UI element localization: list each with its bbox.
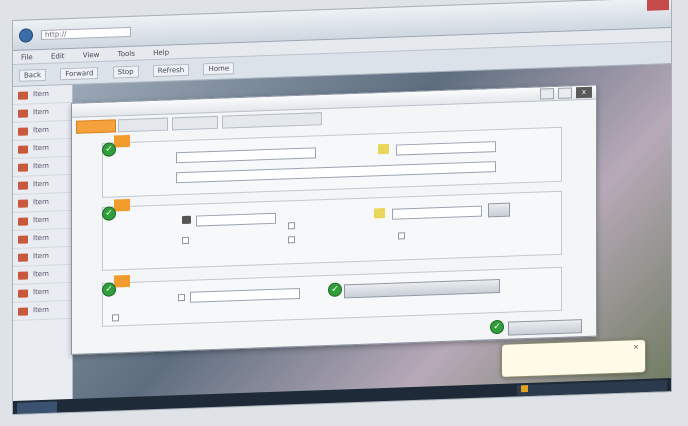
menu-item-help[interactable]: Help bbox=[153, 49, 169, 58]
checkbox[interactable] bbox=[178, 293, 185, 302]
sidebar-item[interactable]: Item bbox=[13, 102, 72, 123]
address-bar[interactable]: http:// bbox=[41, 26, 131, 40]
balloon-title bbox=[510, 345, 638, 349]
menu-item-tools[interactable]: Tools bbox=[118, 50, 135, 59]
sidebar-item[interactable]: Item bbox=[13, 228, 72, 249]
check-icon: ✓ bbox=[490, 319, 504, 335]
browse-button[interactable] bbox=[488, 202, 510, 218]
tab-4[interactable] bbox=[222, 112, 322, 129]
screen: http:// File Edit View Tools Help Back F… bbox=[12, 0, 672, 415]
sidebar-item[interactable]: Item bbox=[13, 282, 72, 303]
toolbar-home-button[interactable]: Home bbox=[203, 62, 235, 76]
browser-logo-icon[interactable] bbox=[19, 28, 33, 43]
menu-item-file[interactable]: File bbox=[21, 53, 33, 61]
close-icon[interactable]: x bbox=[576, 86, 592, 99]
tab-1[interactable] bbox=[76, 119, 116, 134]
section-3 bbox=[102, 266, 562, 327]
warning-icon bbox=[521, 384, 528, 393]
toolbar-refresh-button[interactable]: Refresh bbox=[152, 63, 190, 78]
toolbar-back-button[interactable]: Back bbox=[19, 68, 46, 82]
section-2-label bbox=[114, 198, 130, 212]
sidebar-item[interactable]: Item bbox=[13, 156, 72, 177]
key-icon bbox=[374, 207, 385, 219]
user-icon bbox=[182, 215, 191, 225]
sidebar-item[interactable]: Item bbox=[13, 246, 72, 267]
toolbar-forward-button[interactable]: Forward bbox=[60, 66, 99, 81]
checkbox[interactable] bbox=[182, 236, 189, 245]
checkbox[interactable] bbox=[398, 232, 405, 240]
sidebar-item[interactable]: Item bbox=[13, 192, 72, 213]
notification-balloon[interactable]: × bbox=[501, 338, 646, 378]
sidebar-item[interactable]: Item bbox=[13, 210, 72, 231]
window-close-button[interactable] bbox=[647, 0, 669, 11]
maximize-button[interactable] bbox=[558, 87, 572, 99]
sidebar-item[interactable]: Item bbox=[13, 264, 72, 285]
settings-dialog: x ✓ ✓ ✓ ✓ ✓ bbox=[71, 84, 597, 355]
tab-3[interactable] bbox=[172, 115, 218, 131]
sidebar: Item Item Item Item Item Item Item Item … bbox=[13, 84, 73, 415]
checkbox[interactable] bbox=[288, 222, 295, 230]
sidebar-item[interactable]: Item bbox=[13, 84, 72, 105]
system-tray[interactable] bbox=[517, 380, 667, 397]
balloon-text bbox=[510, 358, 638, 362]
section-3-label bbox=[114, 274, 130, 288]
minimize-button[interactable] bbox=[540, 88, 554, 100]
start-button[interactable] bbox=[17, 401, 57, 414]
checkbox[interactable] bbox=[288, 236, 295, 244]
tab-2[interactable] bbox=[118, 117, 168, 133]
sidebar-item[interactable]: Item bbox=[13, 300, 72, 321]
section-1-label bbox=[114, 134, 130, 148]
sidebar-item[interactable]: Item bbox=[13, 174, 72, 195]
toolbar-stop-button[interactable]: Stop bbox=[112, 65, 139, 79]
ok-button[interactable] bbox=[508, 319, 582, 336]
sidebar-item[interactable]: Item bbox=[13, 138, 72, 159]
sidebar-item[interactable]: Item bbox=[13, 120, 72, 141]
key-icon bbox=[378, 143, 389, 155]
balloon-close-icon[interactable]: × bbox=[633, 343, 639, 351]
menu-item-edit[interactable]: Edit bbox=[51, 52, 65, 60]
checkbox[interactable] bbox=[112, 314, 119, 322]
menu-item-view[interactable]: View bbox=[83, 51, 100, 60]
